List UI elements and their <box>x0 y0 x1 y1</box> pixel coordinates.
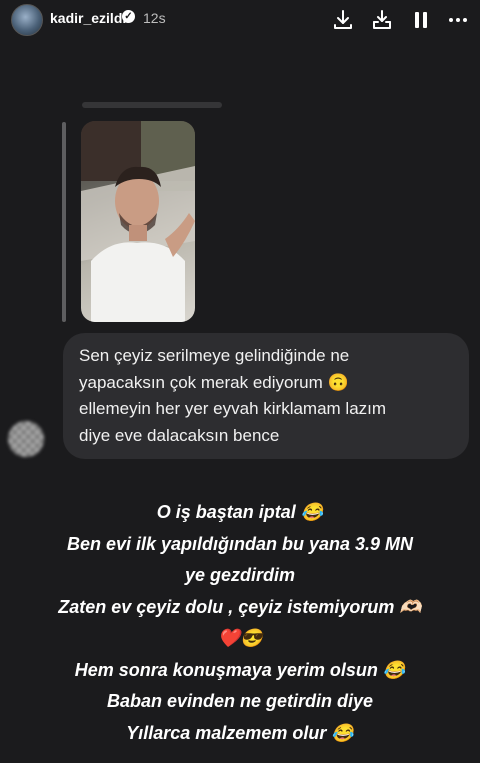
message-line: ellemeyin her yer eyvah kirklamam lazım <box>79 399 387 418</box>
sender-avatar-blurred <box>8 421 44 457</box>
message-line: yapacaksın çok merak ediyorum 🙃 <box>79 372 349 392</box>
overlay-line: Hem sonra konuşmaya yerim olsun 😂 <box>74 659 406 680</box>
message-line: diye eve dalacaksın bence <box>79 425 280 445</box>
profile-avatar[interactable] <box>11 4 43 36</box>
more-icon[interactable] <box>446 8 470 32</box>
overlay-line: ye gezdirdim <box>184 565 296 585</box>
overlay-line: Zaten ev çeyiz dolu , çeyiz istemiyorum … <box>58 596 422 617</box>
overlay-line: Baban evinden ne getirdin diye <box>106 691 374 711</box>
download-icon[interactable] <box>331 8 355 32</box>
overlay-line: O iş baştan iptal 😂 <box>156 502 324 522</box>
save-to-collection-icon[interactable] <box>370 8 394 32</box>
story-time: 12s <box>143 10 166 26</box>
overlay-line: Ben evi ilk yapıldığından bu yana 3.9 MN <box>66 533 414 554</box>
message-line: Sen çeyiz serilmeye gelindiğinde ne <box>79 346 350 365</box>
story-header: kadir_ezildi ✓ 12s <box>0 0 480 40</box>
quoted-photo[interactable] <box>81 121 195 322</box>
quoted-message-caption <box>82 102 222 108</box>
verified-badge-icon: ✓ <box>122 10 135 23</box>
username[interactable]: kadir_ezildi <box>50 10 126 26</box>
overlay-line: Yıllarca malzemem olur 😂 <box>126 722 354 743</box>
story-overlay-text: O iş baştan iptal 😂 Ben evi ilk yapıldığ… <box>0 497 480 749</box>
pause-icon[interactable] <box>409 8 433 32</box>
overlay-line: ❤️😎 <box>217 628 263 648</box>
quote-indicator-bar <box>62 122 66 322</box>
reply-message-bubble: Sen çeyiz serilmeye gelindiğinde ne yapa… <box>63 333 469 459</box>
